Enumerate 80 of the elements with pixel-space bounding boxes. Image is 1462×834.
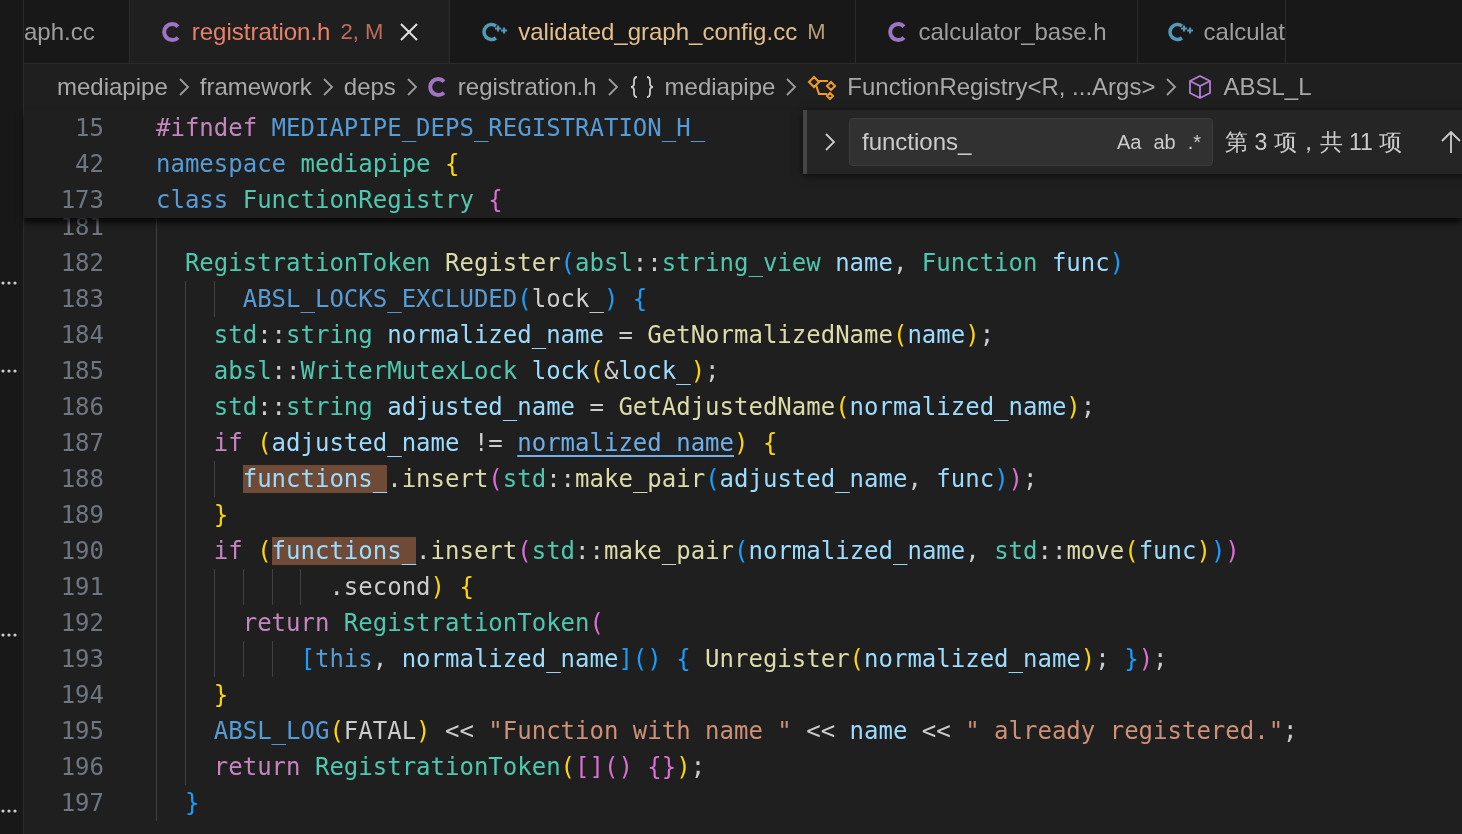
chevron-right-icon — [405, 76, 418, 98]
chevron-right-icon — [785, 76, 798, 98]
chevron-right-icon — [177, 76, 190, 98]
c-file-icon — [161, 20, 182, 43]
line-number: 184 — [59, 320, 104, 351]
ellipsis-icon[interactable] — [0, 632, 18, 638]
editor-tab[interactable]: aph.cc — [24, 0, 130, 63]
editor-tab[interactable]: registration.h 2, M — [129, 0, 451, 63]
line-number: 192 — [59, 608, 104, 639]
braces-icon — [628, 75, 655, 99]
line-number: 183 — [59, 284, 104, 315]
tab-label: aph.cc — [24, 16, 95, 47]
breadcrumb-item[interactable]: FunctionRegistry<R, ...Args> — [847, 69, 1156, 105]
tab-label: validated_graph_config.cc — [518, 16, 798, 47]
line-number: 188 — [59, 464, 104, 495]
line-number: 173 — [59, 185, 104, 216]
tab-label: calculator_base.h — [918, 16, 1107, 47]
cpp-file-icon — [1167, 20, 1194, 43]
tab-label: registration.h — [191, 16, 331, 47]
line-number: 193 — [59, 644, 104, 675]
chevron-right-icon — [606, 76, 619, 98]
line-number: 197 — [59, 788, 104, 819]
line-number: 195 — [59, 716, 104, 747]
code-line: functions_.insert(std::make_pair(adjusted_name, func)); — [241, 464, 1038, 495]
breadcrumb-item[interactable]: deps — [343, 69, 396, 105]
code-line: } — [212, 500, 229, 531]
ellipsis-icon[interactable] — [0, 280, 18, 286]
code-line: #ifndef MEDIAPIPE_DEPS_REGISTRATION_H_ — [156, 113, 706, 144]
code-line: std::string normalized_name = GetNormalizedName(name); — [212, 320, 995, 351]
breadcrumb-item[interactable]: mediapipe — [664, 69, 776, 105]
line-number: 190 — [59, 536, 104, 567]
code-line: return RegistrationToken( — [241, 608, 604, 639]
code-line: class FunctionRegistry { — [156, 185, 503, 216]
breadcrumb-item[interactable]: mediapipe — [57, 69, 168, 105]
find-option-toggle[interactable]: ab — [1150, 125, 1179, 159]
line-number: 191 — [59, 572, 104, 603]
line-number: 182 — [59, 248, 104, 279]
code-line: absl::WriterMutexLock lock(&lock_); — [212, 356, 720, 387]
code-line: } — [212, 680, 229, 711]
code-line: namespace mediapipe { — [156, 149, 460, 180]
find-input[interactable]: functions_ Aa ab .* — [849, 118, 1213, 166]
arrow-up-icon[interactable] — [1440, 129, 1462, 155]
match-count: 第 3 项，共 11 项 — [1225, 127, 1403, 157]
breadcrumb-item[interactable]: ABSL_L — [1223, 69, 1312, 105]
line-number: 185 — [59, 356, 104, 387]
ellipsis-icon[interactable] — [0, 368, 18, 374]
line-number: 189 — [59, 500, 104, 531]
find-option-toggle[interactable]: Aa — [1113, 125, 1145, 159]
tab-status: 2, M — [340, 18, 384, 46]
cube-icon — [1187, 74, 1214, 100]
class-icon — [807, 74, 838, 100]
code-line: } — [183, 788, 200, 819]
code-line: if (functions_.insert(std::make_pair(normalized_name, std::move(func))) — [212, 536, 1240, 567]
breadcrumb-item[interactable]: registration.h — [457, 69, 597, 105]
line-number: 196 — [59, 752, 104, 783]
tab-status: M — [807, 18, 826, 46]
ellipsis-icon[interactable] — [0, 808, 18, 814]
line-number: 186 — [59, 392, 104, 423]
chevron-right-icon — [321, 76, 334, 98]
code-line: ABSL_LOCKS_EXCLUDED(lock_) { — [241, 284, 648, 315]
line-number: 194 — [59, 680, 104, 711]
code-line: .second) { — [328, 572, 474, 603]
c-file-icon — [427, 76, 448, 98]
code-line: return RegistrationToken([]() {}); — [212, 752, 706, 783]
line-number: 15 — [74, 113, 104, 144]
code-line: if (adjusted_name != normalized_name) { — [212, 428, 778, 459]
chevron-right-icon[interactable] — [824, 131, 836, 153]
tab-label: calculat — [1203, 16, 1285, 47]
code-line: ABSL_LOG(FATAL) << "Function with name " << name << " already registered."; — [212, 716, 1298, 747]
find-option-toggle[interactable]: .* — [1184, 125, 1204, 159]
cpp-file-icon — [482, 20, 509, 43]
code-line: RegistrationToken Register(absl::string_view name, Function func) — [183, 248, 1125, 279]
close-icon[interactable] — [399, 21, 420, 42]
code-line: [this, normalized_name]() { Unregister(normalized_name); }); — [299, 644, 1168, 675]
breadcrumb-item[interactable]: framework — [199, 69, 312, 105]
line-number: 187 — [59, 428, 104, 459]
line-number: 181 — [59, 218, 104, 243]
code-line: std::string adjusted_name = GetAdjustedName(normalized_name); — [212, 392, 1096, 423]
line-number: 42 — [74, 149, 104, 180]
chevron-right-icon — [1165, 76, 1178, 98]
